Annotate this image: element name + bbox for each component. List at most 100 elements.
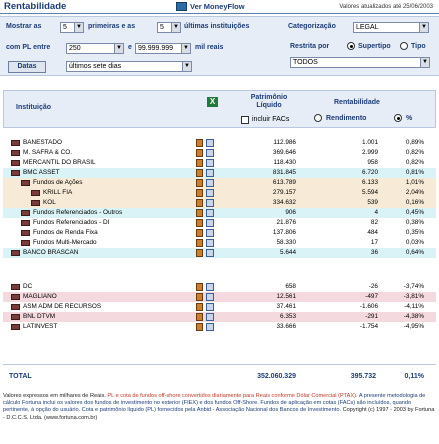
- table-icon[interactable]: [206, 323, 214, 331]
- last-count-select[interactable]: 5 ▼: [157, 22, 181, 33]
- chart-icon[interactable]: [196, 149, 203, 157]
- table-row[interactable]: Fundos Multi-Mercado 58.330 17 0,03%: [3, 238, 436, 248]
- expand-icon[interactable]: [21, 240, 30, 246]
- table-row[interactable]: Fundos Referenciados - DI 21.876 82 0,38%: [3, 218, 436, 228]
- table-row[interactable]: KRILL FIA 279.157 5.594 2,04%: [3, 188, 436, 198]
- moneyflow-icon[interactable]: [176, 2, 187, 11]
- expand-icon[interactable]: [11, 150, 20, 156]
- institution-name[interactable]: Fundos de Ações: [33, 178, 82, 188]
- table-icon[interactable]: [206, 149, 214, 157]
- table-icon[interactable]: [206, 313, 214, 321]
- include-facs-checkbox[interactable]: [241, 116, 249, 124]
- table-icon[interactable]: [206, 189, 214, 197]
- chart-icon[interactable]: [196, 323, 203, 331]
- expand-icon[interactable]: [11, 324, 20, 330]
- table-row[interactable]: Fundos de Renda Fixa 137.806 484 0,35%: [3, 228, 436, 238]
- expand-icon[interactable]: [21, 230, 30, 236]
- table-icon[interactable]: [206, 179, 214, 187]
- table-icon[interactable]: [206, 283, 214, 291]
- table-row[interactable]: Fundos Referenciados - Outros 906 4 0,45%: [3, 208, 436, 218]
- table-row[interactable]: BANESTADO 112.986 1.001 0,89%: [3, 138, 436, 148]
- institution-name[interactable]: Fundos Referenciados - DI: [33, 218, 109, 228]
- table-icon[interactable]: [206, 169, 214, 177]
- institution-name[interactable]: BANCO BRASCAN: [23, 248, 78, 258]
- table-row[interactable]: M. SAFRA & CO. 369.646 2.999 0,82%: [3, 148, 436, 158]
- table-row[interactable]: MERCANTIL DO BRASIL 118.430 958 0,82%: [3, 158, 436, 168]
- table-row[interactable]: ASM ADM DE RECURSOS 37.461 -1.606 -4,11%: [3, 302, 436, 312]
- period-select[interactable]: últimos sete dias ▼: [66, 61, 192, 72]
- chart-icon[interactable]: [196, 159, 203, 167]
- dates-button[interactable]: Datas: [8, 61, 46, 73]
- institution-name[interactable]: ASM ADM DE RECURSOS: [23, 302, 101, 312]
- pct-radio[interactable]: [394, 114, 402, 122]
- institution-name[interactable]: DC: [23, 282, 32, 292]
- table-icon[interactable]: [206, 229, 214, 237]
- institution-name[interactable]: KOL: [43, 198, 56, 208]
- institution-name[interactable]: BANESTADO: [23, 138, 62, 148]
- chart-icon[interactable]: [196, 139, 203, 147]
- chart-icon[interactable]: [196, 179, 203, 187]
- pl-max-select[interactable]: 99.999.999 ▼: [135, 43, 191, 54]
- table-row[interactable]: LATINVEST 33.666 -1.754 -4,95%: [3, 322, 436, 332]
- expand-icon[interactable]: [21, 220, 30, 226]
- chart-icon[interactable]: [196, 249, 203, 257]
- expand-icon[interactable]: [11, 140, 20, 146]
- institution-name[interactable]: Fundos de Renda Fixa: [33, 228, 98, 238]
- excel-icon[interactable]: X: [207, 97, 218, 107]
- table-icon[interactable]: [206, 249, 214, 257]
- chart-icon[interactable]: [196, 169, 203, 177]
- table-row[interactable]: Fundos de Ações 613.789 6.133 1,01%: [3, 178, 436, 188]
- chart-icon[interactable]: [196, 283, 203, 291]
- chart-icon[interactable]: [196, 239, 203, 247]
- table-icon[interactable]: [206, 159, 214, 167]
- table-row[interactable]: DC 658 -26 -3,74%: [3, 282, 436, 292]
- institution-name[interactable]: Fundos Multi-Mercado: [33, 238, 97, 248]
- expand-icon[interactable]: [11, 170, 20, 176]
- institution-name[interactable]: BMC ASSET: [23, 168, 60, 178]
- table-row[interactable]: BANCO BRASCAN 5.644 36 0,64%: [3, 248, 436, 258]
- expand-icon[interactable]: [31, 190, 40, 196]
- pl-min-select[interactable]: 250 ▼: [66, 43, 124, 54]
- institution-name[interactable]: BNL DTVM: [23, 312, 55, 322]
- institution-name[interactable]: MAGLIANO: [23, 292, 57, 302]
- expand-icon[interactable]: [11, 304, 20, 310]
- institution-name[interactable]: LATINVEST: [23, 322, 57, 332]
- institution-name[interactable]: MERCANTIL DO BRASIL: [23, 158, 96, 168]
- chart-icon[interactable]: [196, 199, 203, 207]
- expand-icon[interactable]: [11, 250, 20, 256]
- moneyflow-link[interactable]: Ver MoneyFlow: [190, 2, 245, 11]
- restrict-select[interactable]: TODOS ▼: [290, 57, 430, 68]
- chart-icon[interactable]: [196, 219, 203, 227]
- chart-icon[interactable]: [196, 293, 203, 301]
- table-icon[interactable]: [206, 209, 214, 217]
- table-icon[interactable]: [206, 219, 214, 227]
- institution-name[interactable]: M. SAFRA & CO.: [23, 148, 72, 158]
- table-icon[interactable]: [206, 293, 214, 301]
- chart-icon[interactable]: [196, 189, 203, 197]
- expand-icon[interactable]: [31, 200, 40, 206]
- expand-icon[interactable]: [11, 314, 20, 320]
- expand-icon[interactable]: [21, 210, 30, 216]
- table-icon[interactable]: [206, 199, 214, 207]
- expand-icon[interactable]: [11, 284, 20, 290]
- table-icon[interactable]: [206, 139, 214, 147]
- chart-icon[interactable]: [196, 303, 203, 311]
- institution-name[interactable]: Fundos Referenciados - Outros: [33, 208, 122, 218]
- supertipo-radio[interactable]: [347, 42, 355, 50]
- first-count-select[interactable]: 5 ▼: [60, 22, 84, 33]
- table-icon[interactable]: [206, 239, 214, 247]
- chart-icon[interactable]: [196, 229, 203, 237]
- table-row[interactable]: BNL DTVM 6.353 -291 -4,38%: [3, 312, 436, 322]
- expand-icon[interactable]: [11, 294, 20, 300]
- table-icon[interactable]: [206, 303, 214, 311]
- tipo-radio[interactable]: [400, 42, 408, 50]
- yield-radio[interactable]: [314, 114, 322, 122]
- chart-icon[interactable]: [196, 209, 203, 217]
- expand-icon[interactable]: [11, 160, 20, 166]
- table-row[interactable]: KOL 334.632 539 0,16%: [3, 198, 436, 208]
- category-select[interactable]: LEGAL ▼: [353, 22, 429, 33]
- table-row[interactable]: BMC ASSET 831.845 6.720 0,81%: [3, 168, 436, 178]
- expand-icon[interactable]: [21, 180, 30, 186]
- chart-icon[interactable]: [196, 313, 203, 321]
- table-row[interactable]: MAGLIANO 12.561 -497 -3,81%: [3, 292, 436, 302]
